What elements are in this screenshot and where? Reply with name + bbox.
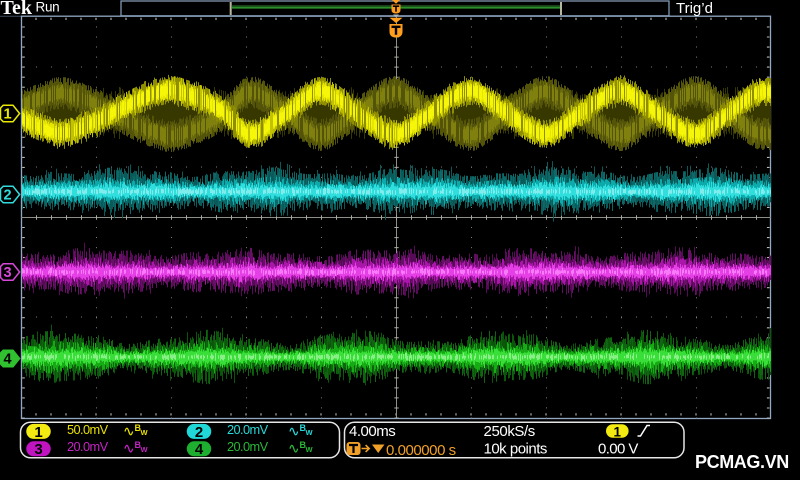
svg-text:0.00 V: 0.00 V [598,440,638,457]
svg-text:W: W [141,445,149,454]
svg-text:W: W [306,445,314,454]
svg-text:20.0mV: 20.0mV [67,439,109,454]
svg-text:2: 2 [4,188,12,204]
svg-text:Run: Run [36,0,60,15]
svg-text:4: 4 [195,441,204,458]
svg-text:10k points: 10k points [484,440,547,457]
svg-text:0.000000 s: 0.000000 s [386,442,456,459]
svg-text:50.0mV: 50.0mV [67,422,109,437]
svg-text:1: 1 [4,107,12,123]
svg-text:250kS/s: 250kS/s [484,423,535,440]
svg-text:1: 1 [34,424,42,441]
svg-text:3: 3 [4,265,12,281]
svg-text:20.0mV: 20.0mV [227,439,269,454]
svg-text:W: W [141,428,149,437]
svg-text:20.0mV: 20.0mV [227,422,269,437]
svg-text:3: 3 [34,441,42,458]
svg-text:4: 4 [4,352,12,368]
svg-text:1: 1 [614,424,622,439]
svg-text:4.00ms: 4.00ms [349,423,395,440]
svg-text:PCMAG.VN: PCMAG.VN [695,452,789,472]
svg-text:Tek: Tek [1,0,33,19]
svg-text:W: W [306,428,314,437]
svg-text:Trig’d: Trig’d [676,0,713,17]
svg-text:2: 2 [195,424,203,441]
